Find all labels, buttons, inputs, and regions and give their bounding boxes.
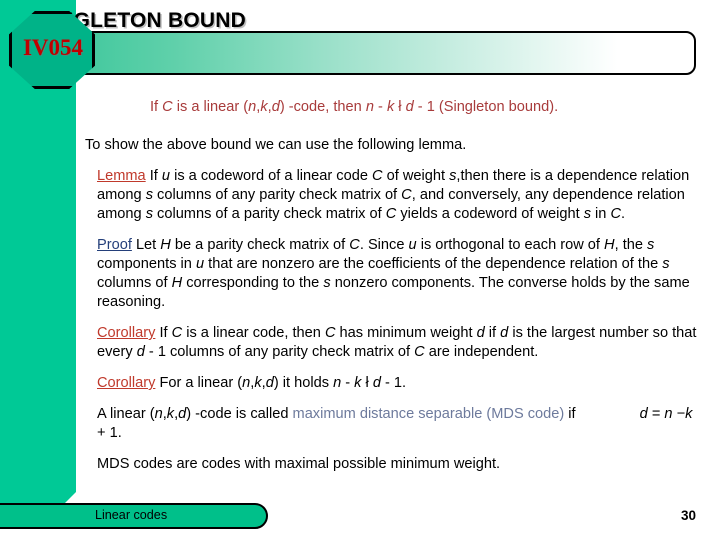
intro-paragraph: To show the above bound we can use the f… xyxy=(85,137,467,153)
proof-t3: . Since xyxy=(359,237,409,253)
cor2-var-d2: d xyxy=(372,375,381,391)
proof-var-u1: u xyxy=(408,237,417,253)
mds-t2: ) -code is called xyxy=(186,406,293,422)
lemma-t8: yields a codeword of weight xyxy=(396,206,584,222)
lead-var-d: d xyxy=(271,99,280,115)
mds-t5: − xyxy=(672,406,686,422)
cor1-var-d1: d xyxy=(476,325,485,341)
proof-var-h2: H xyxy=(604,237,615,253)
mds-t1: A linear ( xyxy=(97,406,155,422)
slide-title-bar xyxy=(56,31,696,75)
proof-var-h3: H xyxy=(171,275,183,291)
mds-t4: = xyxy=(647,406,665,422)
lemma-t1: If xyxy=(145,168,162,184)
lemma-var-s3: s xyxy=(145,206,153,222)
cor1-var-c2: C xyxy=(324,325,336,341)
lead-t5: ł xyxy=(394,99,406,115)
mds-var-n1: n xyxy=(154,406,163,422)
lead-t4: - xyxy=(373,99,387,115)
cor1-t3: has minimum weight xyxy=(335,325,477,341)
lemma-t3: of weight xyxy=(382,168,450,184)
cor1-var-c1: C xyxy=(171,325,183,341)
lead-var-k: k xyxy=(260,99,268,115)
lemma-var-u: u xyxy=(161,168,171,184)
lemma-t7: columns of a parity check matrix of xyxy=(152,206,386,222)
cor2-t1: For a linear ( xyxy=(155,375,243,391)
proof-t9: corresponding to the xyxy=(182,275,324,291)
lemma-var-c3: C xyxy=(385,206,397,222)
cor1-var-d3: d xyxy=(136,344,145,360)
mds-var-k1: k xyxy=(166,406,175,422)
corollary-2-keyword: Corollary xyxy=(97,375,156,391)
proof-var-s2: s xyxy=(662,256,670,272)
proof-var-u2: u xyxy=(195,256,205,272)
cor1-t1: If xyxy=(155,325,172,341)
mds-t3: if xyxy=(564,406,580,422)
footer-nav-label[interactable]: Linear codes xyxy=(95,508,167,522)
lemma-t2: is a codeword of a linear code xyxy=(170,168,373,184)
lemma-var-s4: s xyxy=(583,206,591,222)
lead-var-c: C xyxy=(162,99,173,115)
mds-var-d2: d xyxy=(639,406,648,422)
corollary-2-paragraph: Corollary For a linear (n,k,d) it holds … xyxy=(76,374,704,393)
cor2-var-n2: n xyxy=(333,375,342,391)
slide-body: If C is a linear (n,k,d) -code, then n -… xyxy=(76,98,704,486)
lead-t6: - 1 (Singleton bound). xyxy=(413,99,559,115)
lemma-var-s2: s xyxy=(145,187,153,203)
cor2-t5: - 1. xyxy=(380,375,407,391)
cor1-t7: are independent. xyxy=(424,344,539,360)
cor1-t2: is a linear code, then xyxy=(182,325,325,341)
proof-t6: components in xyxy=(97,256,196,272)
cor2-t4: ł xyxy=(361,375,373,391)
lead-var-d2: d xyxy=(405,99,414,115)
proof-var-h1: H xyxy=(160,237,171,253)
cor2-t2: ) it holds xyxy=(273,375,334,391)
cor1-t6: - 1 columns of any parity check matrix o… xyxy=(144,344,415,360)
cor1-var-c3: C xyxy=(414,344,425,360)
cor2-var-k1: k xyxy=(254,375,262,391)
mds-t6: + 1. xyxy=(97,425,122,441)
cor2-t3: - xyxy=(341,375,355,391)
lead-t2: is a linear ( xyxy=(172,99,249,115)
course-badge-label: IV054 xyxy=(22,35,84,60)
proof-var-s1: s xyxy=(647,237,655,253)
corollary-1-keyword: Corollary xyxy=(97,325,156,341)
lemma-var-c2: C xyxy=(401,187,412,203)
cor2-var-d1: d xyxy=(265,375,274,391)
proof-var-s3: s xyxy=(323,275,331,291)
mds-var-n2: n xyxy=(664,406,673,422)
mds-term: maximum distance separable (MDS code) xyxy=(292,406,565,422)
lemma-var-c4: C xyxy=(610,206,622,222)
lead-var-n2: n xyxy=(365,99,374,115)
lead-t3: ) -code, then xyxy=(279,99,366,115)
proof-keyword: Proof xyxy=(97,237,132,253)
lemma-var-c1: C xyxy=(372,168,383,184)
proof-paragraph: Proof Let H be a parity check matrix of … xyxy=(76,236,704,312)
proof-t4: is orthogonal to each row of xyxy=(416,237,605,253)
mds-var-k2: k xyxy=(685,406,693,422)
proof-t7: that are nonzero are the coefficients of… xyxy=(204,256,663,272)
corollary-1-paragraph: Corollary If C is a linear code, then C … xyxy=(76,324,704,362)
singleton-bound-statement: If C is a linear (n,k,d) -code, then n -… xyxy=(76,98,704,117)
slide-canvas: IV054 SINGLETON BOUND If C is a linear (… xyxy=(0,0,720,540)
page-number: 30 xyxy=(680,508,696,523)
proof-t8: columns of xyxy=(97,275,172,291)
closing-paragraph: MDS codes are codes with maximal possibl… xyxy=(97,456,501,472)
cor1-t4: if xyxy=(484,325,501,341)
proof-t5: , the xyxy=(614,237,648,253)
proof-t2: be a parity check matrix of xyxy=(170,237,350,253)
lemma-paragraph: Lemma If u is a codeword of a linear cod… xyxy=(76,167,704,224)
lemma-t10: . xyxy=(621,206,626,222)
lemma-keyword: Lemma xyxy=(97,168,146,184)
lemma-t5: columns of any parity check matrix of xyxy=(152,187,402,203)
mds-definition-paragraph: A linear (n,k,d) -code is called maximum… xyxy=(76,405,704,443)
proof-var-c1: C xyxy=(349,237,360,253)
proof-t1: Let xyxy=(131,237,161,253)
lead-t1: If xyxy=(150,99,163,115)
lemma-t9: in xyxy=(591,206,611,222)
